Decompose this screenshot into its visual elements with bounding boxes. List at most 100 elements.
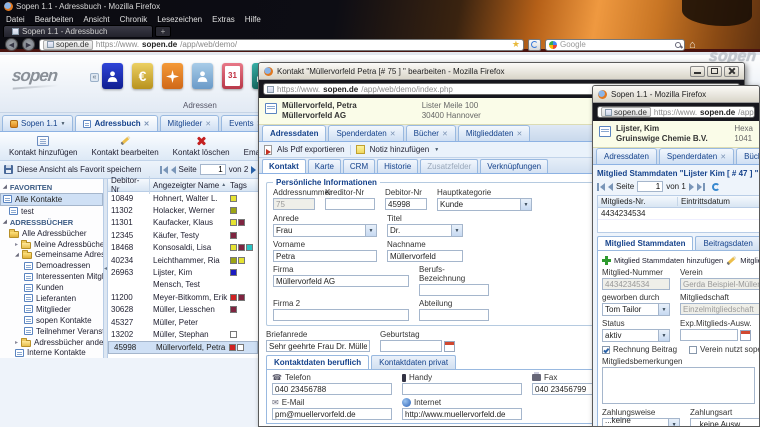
last-page-button[interactable] <box>697 183 705 191</box>
search-icon[interactable] <box>675 42 681 48</box>
collapse-icon[interactable]: « <box>90 73 99 82</box>
table-row[interactable]: 45327Müller, Peter <box>108 316 258 328</box>
new-tab-button[interactable]: + <box>155 26 171 37</box>
table-row[interactable]: 18468Konsosaldi, Lisa <box>108 242 258 254</box>
column-angezeigter-name[interactable]: Angezeigter Name▲ <box>150 181 230 190</box>
close-tab-icon[interactable]: ✕ <box>516 130 522 138</box>
tree-item-meine-adressbuecher[interactable]: Meine Adressbücher <box>0 239 103 250</box>
tab-mitglied-stammdaten[interactable]: Mitglied Stammdaten <box>597 236 693 250</box>
subtab-historie[interactable]: Historie <box>377 159 418 173</box>
chevron-down-icon[interactable]: ▼ <box>668 419 679 427</box>
anrede-select[interactable]: Frau▼ <box>273 224 377 237</box>
chevron-down-icon[interactable]: ▼ <box>60 121 65 127</box>
adressen-module-icon[interactable] <box>102 63 123 89</box>
browser-tab[interactable]: Sopen 1.1 - Adressbuch <box>3 25 153 37</box>
prev-page-button[interactable] <box>171 166 176 174</box>
site-identity-button[interactable]: sopen.de <box>601 107 651 117</box>
tree-item-sopen-kontakte[interactable]: sopen Kontakte <box>0 315 103 326</box>
mitgliedsbemerkungen-textarea[interactable] <box>602 367 755 404</box>
geburtstag-field[interactable] <box>380 340 442 352</box>
chevron-down-icon[interactable]: ▼ <box>520 199 531 210</box>
tree-item-lieferanten[interactable]: Lieferanten <box>0 293 103 304</box>
close-tab-icon[interactable]: ✕ <box>442 130 448 138</box>
tab-kontaktdaten-privat[interactable]: Kontaktdaten privat <box>371 355 456 369</box>
close-tab-icon[interactable]: ✕ <box>205 120 211 128</box>
subtab-verknuepfungen[interactable]: Verknüpfungen <box>480 159 548 173</box>
abteilung-field[interactable] <box>419 309 489 321</box>
tab-sopen-home[interactable]: Sopen 1.1 ▼ <box>2 115 73 131</box>
status-select[interactable]: aktiv▼ <box>602 329 670 342</box>
tree-item-alle-kontakte[interactable]: Alle Kontakte <box>0 193 103 206</box>
first-page-button[interactable] <box>597 183 605 191</box>
url-bar[interactable]: sopen.de https://www.sopen.de/app/web/de… <box>39 39 524 51</box>
table-row[interactable]: Mensch, Test <box>108 279 258 291</box>
geworben-durch-select[interactable]: Tom Tailor▼ <box>602 303 670 316</box>
tree-item-test[interactable]: test <box>0 206 103 217</box>
tab-adressdaten[interactable]: Adressdaten <box>596 148 657 164</box>
tree-section-adressbuecher[interactable]: ADRESSBÜCHER <box>0 217 103 228</box>
beruf-field[interactable] <box>419 284 489 296</box>
delete-contact-button[interactable]: Kontakt löschen <box>168 134 235 158</box>
menu-extras[interactable]: Extras <box>212 15 235 24</box>
close-tab-icon[interactable]: ✕ <box>720 153 726 161</box>
tree-item-andere-benutzer[interactable]: Adressbücher anderer Benutzer <box>0 337 103 348</box>
refresh-icon[interactable] <box>712 183 720 191</box>
member-grid-row[interactable]: 4434234534 <box>598 208 760 220</box>
search-box[interactable]: Google <box>545 39 685 51</box>
subtab-kontakt[interactable]: Kontakt <box>262 159 306 173</box>
table-row[interactable]: 11301Kaufacker, Klaus <box>108 217 258 229</box>
table-row-selected[interactable]: 45998Müllervorfeld, Petra <box>108 341 258 354</box>
chevron-down-icon[interactable]: ▼ <box>658 330 669 341</box>
checkbox-icon[interactable] <box>602 346 610 354</box>
nachname-field[interactable] <box>387 250 463 262</box>
subtab-karte[interactable]: Karte <box>308 159 341 173</box>
tab-buecher[interactable]: Bücher✕ <box>736 148 760 164</box>
bookmark-star-icon[interactable]: ★ <box>512 39 520 50</box>
tab-spenderdaten[interactable]: Spenderdaten✕ <box>328 125 403 141</box>
save-view-as-favorite[interactable]: Diese Ansicht als Favorit speichern <box>17 165 142 174</box>
telefon-field[interactable] <box>272 383 392 395</box>
column-debitor-nr[interactable]: Debitor-Nr <box>108 176 150 194</box>
vorname-field[interactable] <box>273 250 377 262</box>
menu-chronik[interactable]: Chronik <box>120 15 148 24</box>
menu-ansicht[interactable]: Ansicht <box>83 15 109 24</box>
back-button[interactable]: ◀ <box>5 38 18 51</box>
close-tab-icon[interactable]: ✕ <box>144 120 150 128</box>
next-page-button[interactable] <box>251 166 256 174</box>
menu-lesezeichen[interactable]: Lesezeichen <box>157 15 202 24</box>
table-row[interactable]: 11200Meyer-Bitkomm, Erik <box>108 291 258 303</box>
tree-item-kunden[interactable]: Kunden <box>0 282 103 293</box>
table-row[interactable]: 11302Holacker, Werner <box>108 204 258 216</box>
mitglieder-module-icon[interactable] <box>192 63 213 89</box>
chevron-down-icon[interactable]: ▼ <box>365 225 376 236</box>
edit-member-data-button[interactable]: Mitglied Stamm <box>740 256 760 265</box>
edit-contact-button[interactable]: Kontakt bearbeiten <box>87 134 164 158</box>
tree-item-mitglieder[interactable]: Mitglieder <box>0 304 103 315</box>
table-row[interactable]: 10849Hohnert, Walter L. <box>108 192 258 204</box>
menu-bearbeiten[interactable]: Bearbeiten <box>35 15 74 24</box>
splitter-collapse-icon[interactable]: ◂ <box>104 265 107 272</box>
events-module-icon[interactable] <box>162 63 183 89</box>
tab-buecher[interactable]: Bücher✕ <box>406 125 456 141</box>
page-number-input[interactable] <box>637 181 663 192</box>
column-tags[interactable]: Tags <box>230 181 258 190</box>
titel-select[interactable]: Dr.▼ <box>387 224 463 237</box>
column-mitglieds-nr[interactable]: Mitglieds-Nr. <box>598 197 678 206</box>
spenden-euro-icon[interactable]: € <box>132 63 153 89</box>
firma-field[interactable] <box>273 275 409 287</box>
tree-item-teilnehmer[interactable]: Teilnehmer Veranstaltungen <box>0 326 103 337</box>
popup2-url-bar[interactable]: sopen.de https://www.sopen.de/app/web/de… <box>597 106 755 118</box>
tab-mitglieder[interactable]: Mitglieder ✕ <box>160 115 220 131</box>
export-pdf-button[interactable]: Als Pdf exportieren <box>277 145 345 154</box>
menu-hilfe[interactable]: Hilfe <box>245 15 261 24</box>
chevron-down-icon[interactable]: ▼ <box>451 225 462 236</box>
add-note-button[interactable]: Notiz hinzufügen <box>370 145 430 154</box>
tree-item-interne-kontakte[interactable]: Interne Kontakte <box>0 347 103 358</box>
maximize-button[interactable] <box>707 66 722 77</box>
tab-adressdaten[interactable]: Adressdaten <box>262 125 326 141</box>
reload-button[interactable] <box>528 39 541 51</box>
menu-datei[interactable]: Datei <box>6 15 25 24</box>
email-field[interactable] <box>272 408 392 420</box>
tab-spenderdaten[interactable]: Spenderdaten✕ <box>659 148 734 164</box>
calendar-icon[interactable] <box>740 330 751 341</box>
